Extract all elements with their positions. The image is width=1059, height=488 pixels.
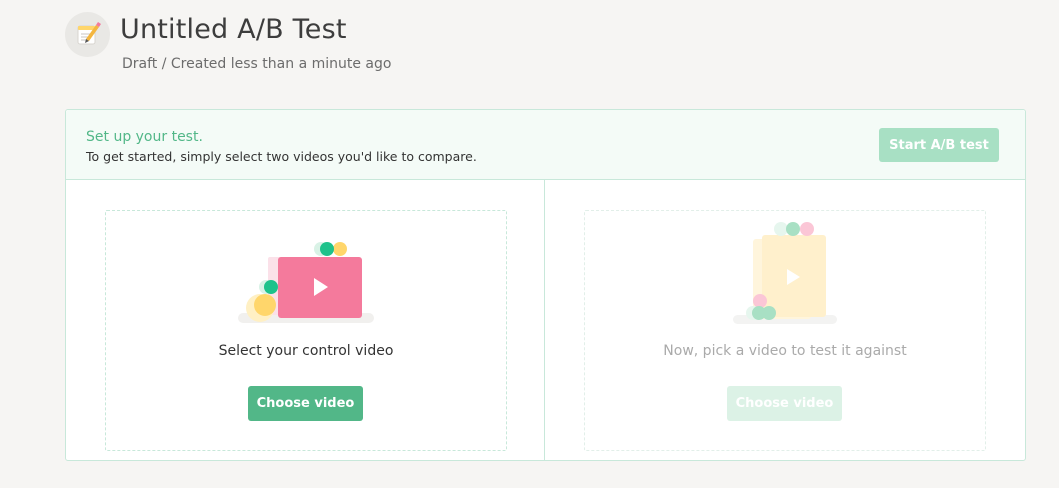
control-video-slot[interactable]: Select your control video Choose video [105,210,507,451]
page-subtitle: Draft / Created less than a minute ago [122,56,392,72]
banner-instructions: To get started, simply select two videos… [86,149,477,164]
ab-test-setup-card: Set up your test. To get started, simply… [65,109,1026,461]
video-play-icon [238,242,374,323]
video-play-icon [733,222,837,324]
choose-control-video-button[interactable]: Choose video [248,386,363,421]
variant-video-slot[interactable]: Now, pick a video to test it against Cho… [584,210,986,451]
page-title[interactable]: Untitled A/B Test [120,12,347,48]
pencil-notepad-icon [65,12,110,57]
choose-variant-video-button[interactable]: Choose video [727,386,842,421]
test-header: Untitled A/B Test Draft / Created less t… [65,12,1025,82]
start-ab-test-button[interactable]: Start A/B test [879,128,999,162]
banner-title: Set up your test. [86,129,203,145]
control-slot-label: Select your control video [218,343,394,359]
column-divider [544,180,545,461]
setup-banner: Set up your test. To get started, simply… [66,110,1025,180]
variant-slot-label: Now, pick a video to test it against [663,343,907,359]
